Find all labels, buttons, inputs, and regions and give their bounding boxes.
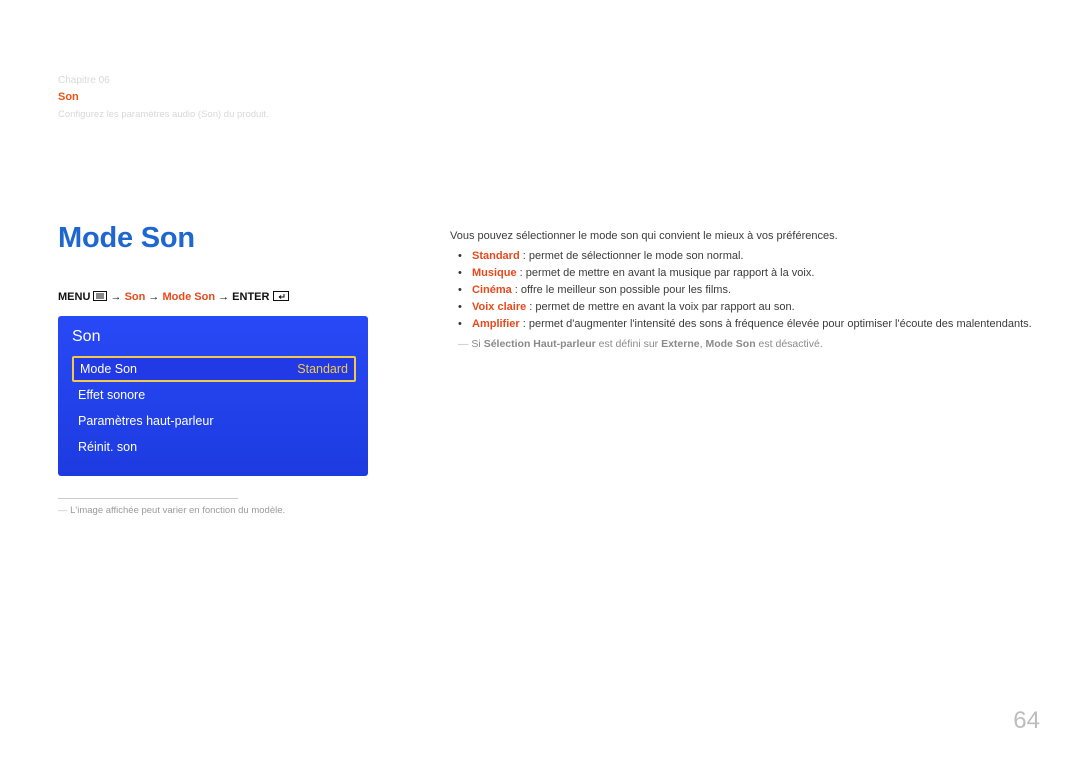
- note-text: Si Sélection Haut-parleur est défini sur…: [450, 338, 1032, 350]
- footnote-rule: [58, 498, 238, 499]
- menu-label: MENU: [58, 291, 90, 303]
- intro-text: Vous pouvez sélectionner le mode son qui…: [450, 230, 1032, 242]
- option-desc: : permet de sélectionner le mode son nor…: [520, 250, 744, 262]
- page-title: Mode Son: [58, 222, 438, 255]
- osd-row-effet-sonore[interactable]: Effet sonore: [72, 382, 356, 408]
- osd-panel: Son Mode Son Standard Effet sonore Param…: [58, 316, 368, 476]
- chapter-title-accent: Son: [58, 91, 79, 103]
- option-key: Standard: [472, 250, 520, 262]
- osd-row-label: Paramètres haut-parleur: [78, 414, 213, 428]
- option-desc: : permet de mettre en avant la voix par …: [526, 301, 794, 313]
- osd-row-label: Mode Son: [80, 362, 137, 376]
- osd-row-mode-son[interactable]: Mode Son Standard: [72, 356, 356, 382]
- arrow-icon: →: [111, 291, 122, 303]
- option-key: Voix claire: [472, 301, 526, 313]
- path-segment-1: Son: [125, 291, 146, 303]
- options-list: Standard : permet de sélectionner le mod…: [450, 250, 1032, 330]
- enter-label: ENTER: [232, 291, 269, 303]
- menu-icon: [93, 291, 107, 304]
- osd-row-reinit-son[interactable]: Réinit. son: [72, 434, 356, 460]
- footnote: L'image affichée peut varier en fonction…: [58, 505, 438, 516]
- chapter-subtitle: Configurez les paramètres audio (Son) du…: [58, 106, 269, 123]
- option-desc: : permet d'augmenter l'intensité des son…: [520, 318, 1032, 330]
- chapter-number: Chapitre 06: [58, 72, 269, 89]
- option-desc: : offre le meilleur son possible pour le…: [512, 284, 731, 296]
- arrow-icon: →: [218, 291, 229, 303]
- osd-row-label: Effet sonore: [78, 388, 145, 402]
- path-segment-2: Mode Son: [162, 291, 215, 303]
- list-item: Cinéma : offre le meilleur son possible …: [472, 284, 1032, 296]
- list-item: Voix claire : permet de mettre en avant …: [472, 301, 1032, 313]
- osd-row-value: Standard: [297, 362, 348, 376]
- list-item: Standard : permet de sélectionner le mod…: [472, 250, 1032, 262]
- enter-icon: [273, 291, 289, 304]
- option-desc: : permet de mettre en avant la musique p…: [517, 267, 815, 279]
- option-key: Amplifier: [472, 318, 520, 330]
- chapter-header: Chapitre 06 Son Configurez les paramètre…: [58, 72, 269, 123]
- page-number: 64: [1013, 707, 1040, 735]
- arrow-icon: →: [148, 291, 159, 303]
- list-item: Musique : permet de mettre en avant la m…: [472, 267, 1032, 279]
- osd-row-label: Réinit. son: [78, 440, 137, 454]
- list-item: Amplifier : permet d'augmenter l'intensi…: [472, 318, 1032, 330]
- osd-row-parametres-haut-parleur[interactable]: Paramètres haut-parleur: [72, 408, 356, 434]
- option-key: Cinéma: [472, 284, 512, 296]
- navigation-path: MENU → Son → Mode Son → ENTER: [58, 291, 438, 304]
- option-key: Musique: [472, 267, 517, 279]
- osd-title: Son: [72, 328, 356, 346]
